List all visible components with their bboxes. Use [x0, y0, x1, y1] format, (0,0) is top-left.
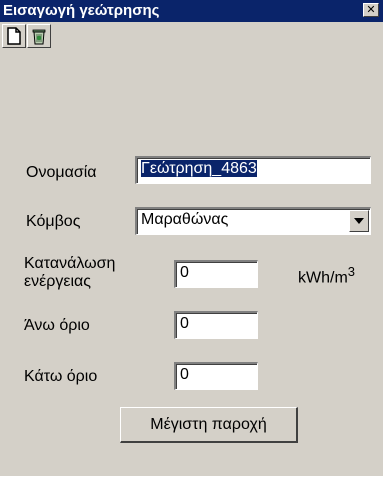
energy-unit: kWh/m3 — [298, 263, 355, 287]
dialog-window: Εισαγωγή γεώτρησης ✕ Ονομασία Γεώτρηση_4… — [0, 0, 385, 478]
new-button[interactable] — [2, 24, 26, 48]
energy-field[interactable]: 0 — [174, 260, 258, 288]
lower-limit-field[interactable]: 0 — [174, 362, 258, 390]
name-field[interactable]: Γεώτρηση_4863 — [135, 156, 371, 184]
node-select[interactable]: Μαραθώνας — [135, 207, 371, 235]
name-value: Γεώτρηση_4863 — [141, 160, 257, 177]
toolbar — [2, 24, 51, 48]
energy-unit-base: kWh/m — [298, 269, 348, 287]
title-bar[interactable]: Εισαγωγή γεώτρησης ✕ — [0, 0, 383, 22]
lower-limit-value: 0 — [180, 366, 189, 383]
energy-label-line1: Κατανάλωση — [24, 255, 116, 272]
upper-limit-value: 0 — [180, 315, 189, 332]
upper-limit-field[interactable]: 0 — [174, 311, 258, 339]
window-title: Εισαγωγή γεώτρησης — [3, 2, 160, 19]
lower-limit-label: Κάτω όριο — [24, 368, 98, 385]
new-document-icon — [7, 27, 21, 45]
recycle-bin-icon — [32, 29, 46, 45]
name-label: Ονομασία — [26, 164, 97, 181]
node-value: Μαραθώνας — [141, 211, 229, 228]
delete-button[interactable] — [27, 24, 51, 48]
chevron-down-icon — [354, 218, 364, 224]
upper-limit-label: Άνω όριο — [24, 317, 90, 334]
energy-label-line2: ενέργειας — [24, 273, 92, 290]
energy-unit-exponent: 3 — [347, 264, 356, 279]
close-icon: ✕ — [366, 3, 376, 16]
node-label: Κόμβος — [26, 213, 81, 230]
energy-value: 0 — [180, 264, 189, 281]
max-flow-button[interactable]: Μέγιστη παροχή — [120, 407, 298, 443]
close-button[interactable]: ✕ — [363, 3, 379, 17]
dropdown-button[interactable] — [349, 210, 369, 232]
